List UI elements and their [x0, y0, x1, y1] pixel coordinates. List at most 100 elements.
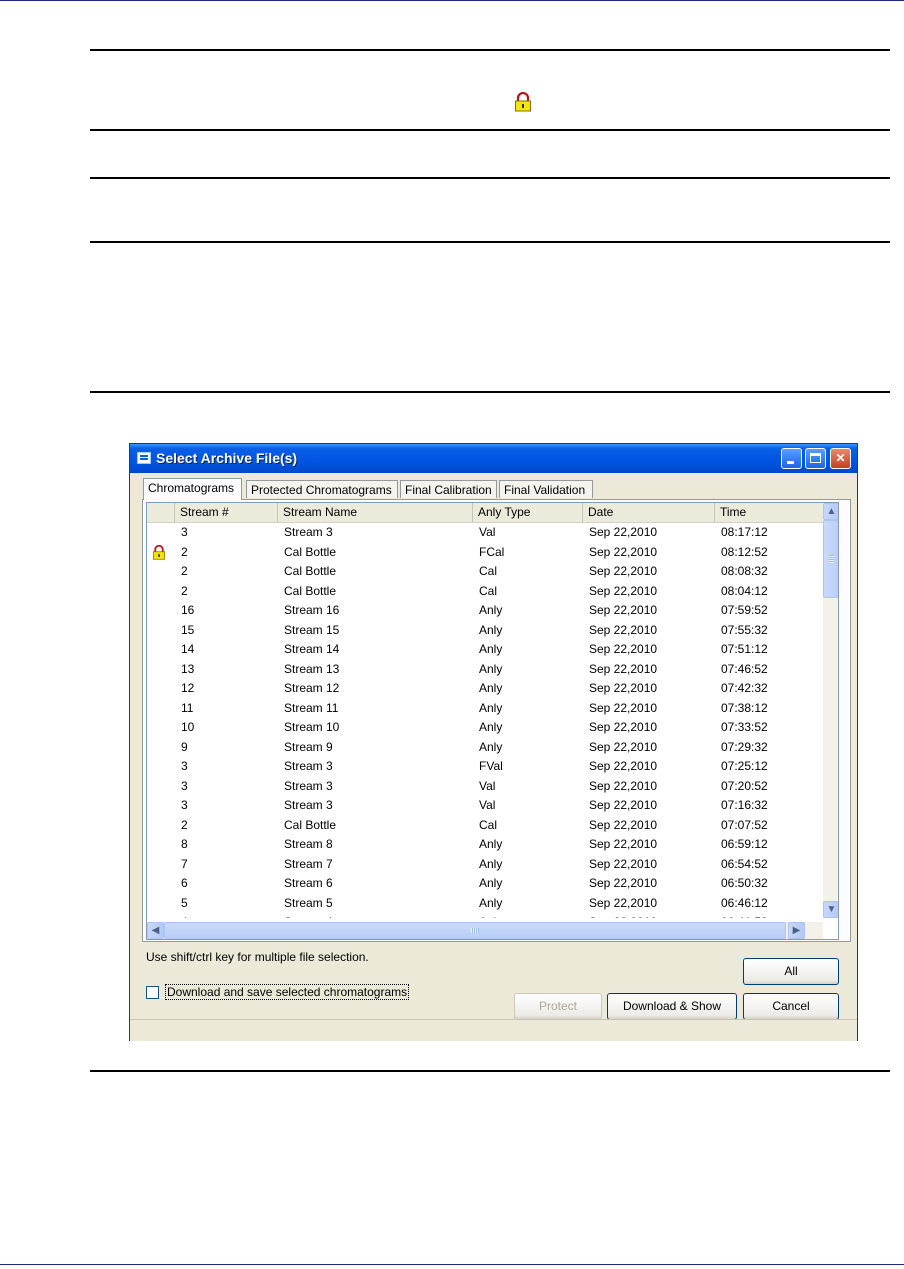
cell-time: 07:25:12 — [721, 759, 768, 773]
dialog-title: Select Archive File(s) — [156, 450, 298, 466]
table-row[interactable]: 2 Cal Bottle Cal Sep 22,2010 08:04:12 — [147, 582, 823, 602]
status-bar — [130, 1019, 857, 1041]
column-header-time[interactable]: Time — [715, 503, 823, 522]
divider — [90, 241, 890, 243]
cell-time: 07:29:32 — [721, 739, 768, 754]
horizontal-scrollbar[interactable]: ◀ ▶ — [147, 922, 823, 939]
cell-stream: 2 — [181, 817, 188, 832]
table-row[interactable]: 2 Cal Bottle Cal Sep 22,2010 08:08:32 — [147, 562, 823, 582]
table-row[interactable]: 12 Stream 12 Anly Sep 22,2010 07:42:32 — [147, 679, 823, 699]
table-row[interactable]: 3 Stream 3 Val Sep 22,2010 08:17:12 — [147, 523, 823, 543]
cell-stream: 10 — [181, 720, 195, 734]
column-header-date[interactable]: Date — [583, 503, 715, 522]
cell-stream: 16 — [181, 603, 195, 617]
table-row[interactable]: 6 Stream 6 Anly Sep 22,2010 06:50:32 — [147, 874, 823, 894]
table-row[interactable]: 11 Stream 11 Anly Sep 22,2010 07:38:12 — [147, 699, 823, 719]
download-save-checkbox[interactable] — [146, 986, 159, 999]
download-save-checkbox-label[interactable]: Download and save selected chromatograms — [165, 984, 410, 1000]
title-bar[interactable]: Select Archive File(s) ✕ — [130, 444, 857, 473]
column-header-stream-name[interactable]: Stream Name — [278, 503, 473, 522]
archive-file-list[interactable]: Stream # Stream Name Anly Type Date Time… — [146, 502, 839, 940]
protect-button[interactable]: Protect — [514, 993, 602, 1020]
cell-type: Val — [479, 525, 496, 539]
tab-final-calibration[interactable]: Final Calibration — [400, 480, 497, 498]
table-row[interactable]: 2 Cal Bottle FCal Sep 22,2010 08:12:52 — [147, 543, 823, 563]
minimize-icon[interactable] — [781, 448, 802, 469]
cell-type: Anly — [479, 700, 503, 715]
table-row[interactable]: 3 Stream 3 Val Sep 22,2010 07:16:32 — [147, 796, 823, 816]
cell-time: 06:50:32 — [721, 876, 768, 890]
cell-name: Stream 3 — [284, 759, 333, 773]
scroll-right-icon[interactable]: ▶ — [788, 922, 805, 939]
column-header-stream-number[interactable]: Stream # — [175, 503, 278, 522]
cell-type: Anly — [479, 642, 503, 656]
cell-type: Anly — [479, 739, 503, 754]
all-button[interactable]: All — [743, 958, 839, 985]
horizontal-scroll-thumb[interactable] — [164, 922, 786, 939]
cell-date: Sep 22,2010 — [589, 661, 658, 676]
selection-hint: Use shift/ctrl key for multiple file sel… — [146, 950, 369, 964]
vertical-scrollbar[interactable]: ▲ ▼ — [823, 503, 838, 918]
column-header-anly-type[interactable]: Anly Type — [473, 503, 583, 522]
cell-name: Stream 12 — [284, 681, 340, 695]
tab-final-validation[interactable]: Final Validation — [499, 480, 593, 498]
cell-name: Stream 11 — [284, 700, 339, 715]
cell-time: 07:51:12 — [721, 642, 768, 656]
lock-icon — [515, 92, 531, 112]
cell-date: Sep 22,2010 — [589, 895, 658, 910]
cell-stream: 3 — [181, 525, 188, 539]
cell-type: Cal — [479, 583, 498, 598]
download-show-button[interactable]: Download & Show — [607, 993, 737, 1020]
cell-time: 07:16:32 — [721, 798, 768, 812]
maximize-icon[interactable] — [805, 448, 826, 469]
cell-stream: 4 — [181, 915, 188, 918]
table-row[interactable]: 7 Stream 7 Anly Sep 22,2010 06:54:52 — [147, 855, 823, 875]
column-header-lock[interactable] — [147, 503, 175, 522]
table-row[interactable]: 14 Stream 14 Anly Sep 22,2010 07:51:12 — [147, 640, 823, 660]
scroll-up-icon[interactable]: ▲ — [823, 503, 838, 520]
close-icon[interactable]: ✕ — [830, 448, 851, 469]
table-row[interactable]: 9 Stream 9 Anly Sep 22,2010 07:29:32 — [147, 738, 823, 758]
cell-type: Anly — [479, 915, 502, 918]
table-row[interactable]: 15 Stream 15 Anly Sep 22,2010 07:55:32 — [147, 621, 823, 641]
tab-protected-chromatograms[interactable]: Protected Chromatograms — [246, 480, 398, 498]
cell-time: 06:41:52 — [721, 915, 768, 918]
table-row[interactable]: 13 Stream 13 Anly Sep 22,2010 07:46:52 — [147, 660, 823, 680]
table-row[interactable]: 4 Stream 4 Anly Sep 22,2010 06:41:52 — [147, 913, 823, 918]
cancel-button[interactable]: Cancel — [743, 993, 839, 1020]
divider — [90, 177, 890, 179]
cell-stream: 13 — [181, 661, 195, 676]
table-row[interactable]: 2 Cal Bottle Cal Sep 22,2010 07:07:52 — [147, 816, 823, 836]
cell-time: 07:46:52 — [721, 661, 768, 676]
cell-type: Anly — [479, 876, 503, 890]
cell-name: Cal Bottle — [284, 817, 337, 832]
cell-name: Stream 7 — [284, 856, 333, 871]
cell-name: Cal Bottle — [284, 564, 337, 578]
list-rows: 3 Stream 3 Val Sep 22,2010 08:17:12 2 Cal Bott… — [147, 523, 823, 918]
cell-date: Sep 22,2010 — [589, 915, 657, 918]
cell-time: 07:20:52 — [721, 778, 768, 793]
table-row[interactable]: 16 Stream 16 Anly Sep 22,2010 07:59:52 — [147, 601, 823, 621]
tab-chromatograms[interactable]: Chromatograms — [143, 478, 242, 500]
table-row[interactable]: 3 Stream 3 Val Sep 22,2010 07:20:52 — [147, 777, 823, 797]
cell-type: Anly — [479, 720, 503, 734]
table-row[interactable]: 5 Stream 5 Anly Sep 22,2010 06:46:12 — [147, 894, 823, 914]
cell-name: Stream 3 — [284, 778, 333, 793]
table-row[interactable]: 10 Stream 10 Anly Sep 22,2010 07:33:52 — [147, 718, 823, 738]
cell-stream: 5 — [181, 895, 188, 910]
cell-stream: 3 — [181, 778, 188, 793]
cell-time: 08:12:52 — [721, 544, 768, 559]
cell-name: Stream 15 — [284, 622, 340, 637]
scroll-left-icon[interactable]: ◀ — [147, 922, 164, 939]
table-row[interactable]: 3 Stream 3 FVal Sep 22,2010 07:25:12 — [147, 757, 823, 777]
vertical-scroll-thumb[interactable] — [823, 520, 838, 598]
cell-name: Stream 13 — [284, 661, 340, 676]
scroll-down-icon[interactable]: ▼ — [823, 901, 838, 918]
cell-type: FVal — [479, 759, 503, 773]
list-header: Stream # Stream Name Anly Type Date Time — [147, 503, 823, 523]
cell-date: Sep 22,2010 — [589, 700, 658, 715]
cell-name: Stream 3 — [284, 798, 333, 812]
cell-name: Stream 4 — [284, 915, 333, 918]
cell-name: Stream 10 — [284, 720, 340, 734]
table-row[interactable]: 8 Stream 8 Anly Sep 22,2010 06:59:12 — [147, 835, 823, 855]
